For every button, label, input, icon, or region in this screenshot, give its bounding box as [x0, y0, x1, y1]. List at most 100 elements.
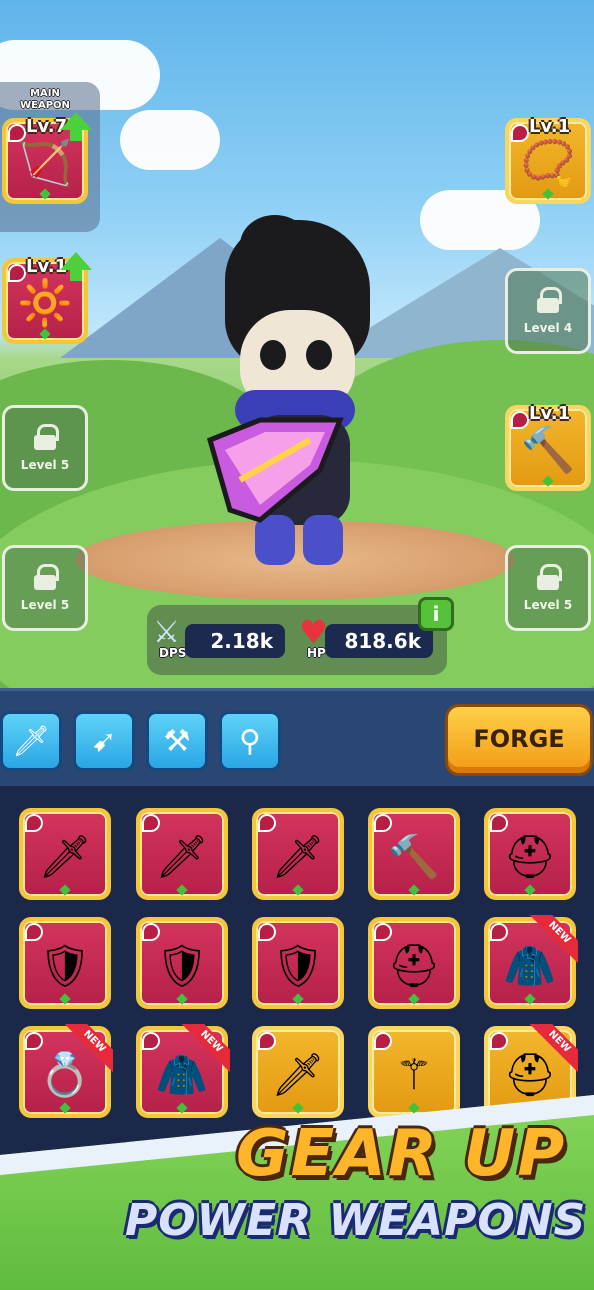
new-badge-label: NEW: [182, 1024, 230, 1072]
eye: [306, 340, 332, 370]
key-icon: [258, 1032, 276, 1050]
locked-slot[interactable]: Level 5: [2, 545, 88, 631]
new-badge-label: NEW: [530, 1024, 578, 1072]
inventory-item-cape[interactable]: 🧥 NEW: [484, 915, 578, 1009]
key-icon: [142, 923, 160, 941]
level-label: Lv.1: [529, 403, 571, 424]
locked-slot-label: Level 5: [20, 598, 70, 612]
locked-slot[interactable]: Level 5: [2, 405, 88, 491]
rarity-gem-icon: [176, 884, 188, 896]
hammer-icon: 🔨: [387, 832, 441, 882]
rarity-gem-icon: [292, 884, 304, 896]
sword-icon: 🗡: [11, 723, 51, 759]
locked-slot[interactable]: Level 5: [505, 545, 591, 631]
key-icon: [490, 923, 508, 941]
inventory-item-helmet[interactable]: ⛑: [368, 917, 460, 1009]
equipment-slot-sun-staff[interactable]: 🔆 Lv.1: [2, 252, 92, 344]
key-icon: [25, 923, 43, 941]
key-icon: [374, 814, 392, 832]
key-icon: [25, 1032, 43, 1050]
staff-icon: ⚲: [239, 723, 261, 759]
dps-value: 2.18k: [185, 624, 285, 658]
upgrade-arrow-icon: [60, 112, 92, 141]
rarity-gem-icon: [524, 884, 536, 896]
upgrade-arrow-icon: [60, 252, 92, 281]
sword-icon: 🗡: [271, 832, 325, 882]
rarity-gem-icon: [39, 328, 51, 340]
key-icon: [374, 1032, 392, 1050]
equipment-slot-bow[interactable]: 🏹 Lv.7: [2, 112, 92, 204]
filter-sword-button[interactable]: 🗡: [0, 711, 62, 771]
armor-icon: 🛡: [155, 941, 209, 991]
amulet-icon: 📿: [520, 138, 576, 190]
dps-sword-icon: ⚔: [153, 615, 180, 650]
filter-staff-button[interactable]: ⚲: [219, 711, 281, 771]
locked-slot-label: Level 5: [20, 458, 70, 472]
locked-slot[interactable]: Level 4: [505, 268, 591, 354]
key-icon: [374, 923, 392, 941]
key-icon: [490, 1032, 508, 1050]
rarity-gem-icon: [59, 993, 71, 1005]
sword-icon: 🗡: [38, 832, 92, 882]
banner-headline: GEAR UP: [236, 1117, 567, 1191]
inventory-item-armor[interactable]: 🛡: [136, 917, 228, 1009]
lock-icon: [34, 424, 59, 450]
helmet-icon: ⛑: [503, 832, 557, 882]
bow-icon: 🏹: [17, 138, 73, 190]
sun-staff-icon: 🔆: [17, 278, 73, 330]
rarity-gem-icon: [59, 884, 71, 896]
filter-hammer-button[interactable]: ⚒: [146, 711, 208, 771]
skeleton-hero: [195, 215, 395, 575]
forge-button[interactable]: FORGE: [445, 704, 593, 776]
staff-icon: ⚚: [395, 1050, 433, 1100]
level-label: Lv.1: [529, 116, 571, 137]
key-icon: [258, 814, 276, 832]
equipped-bow-icon: [206, 417, 344, 523]
filter-bow-button[interactable]: ➹: [73, 711, 135, 771]
rarity-gem-icon: [292, 993, 304, 1005]
new-badge: NEW: [182, 1024, 230, 1072]
rarity-gem-icon: [542, 188, 554, 200]
inventory-item-armor[interactable]: 🛡: [252, 917, 344, 1009]
hammer-icon: ⚒: [163, 723, 191, 759]
key-icon: [258, 923, 276, 941]
cloud: [120, 110, 220, 170]
armor-icon: 🛡: [38, 941, 92, 991]
hp-value: 818.6k: [325, 624, 433, 658]
new-badge: NEW: [530, 915, 578, 963]
equipment-slot-amulet[interactable]: 📿 Lv.1: [505, 116, 591, 204]
banner-subheadline: POWER WEAPONS: [125, 1195, 587, 1246]
key-icon: [25, 814, 43, 832]
bow-icon: ➹: [91, 723, 117, 759]
dps-label: DPS: [159, 646, 187, 660]
lock-icon: [34, 564, 59, 590]
info-button[interactable]: i: [418, 597, 454, 631]
key-icon: [142, 1032, 160, 1050]
promo-banner: GEAR UP POWER WEAPONS: [0, 1095, 594, 1290]
new-badge: NEW: [530, 1024, 578, 1072]
hammer-icon: 🔨: [520, 425, 576, 477]
sword-icon: 🗡: [155, 832, 209, 882]
new-badge-label: NEW: [65, 1024, 113, 1072]
sword-icon: 🗡: [271, 1050, 325, 1100]
key-icon: [142, 814, 160, 832]
locked-slot-label: Level 5: [523, 598, 573, 612]
equipment-slot-hammer[interactable]: 🔨 Lv.1: [505, 403, 591, 491]
stats-panel: ⚔ 2.18k DPS ♥ 818.6k HP: [147, 605, 447, 675]
rarity-gem-icon: [176, 993, 188, 1005]
inventory-item-sword[interactable]: 🗡: [252, 808, 344, 900]
inventory-item-hammer[interactable]: 🔨: [368, 808, 460, 900]
key-icon: [490, 814, 508, 832]
locked-slot-label: Level 4: [523, 321, 573, 335]
inventory-item-sword[interactable]: 🗡: [19, 808, 111, 900]
inventory-item-armor[interactable]: 🛡: [19, 917, 111, 1009]
rarity-gem-icon: [408, 993, 420, 1005]
armor-icon: 🛡: [271, 941, 325, 991]
new-badge-label: NEW: [530, 915, 578, 963]
helmet-icon: ⛑: [387, 941, 441, 991]
hp-label: HP: [307, 646, 326, 660]
inventory-item-sword[interactable]: 🗡: [136, 808, 228, 900]
inventory-item-helmet[interactable]: ⛑: [484, 808, 576, 900]
rarity-gem-icon: [542, 475, 554, 487]
main-weapon-label: MAIN WEAPON: [20, 88, 70, 111]
